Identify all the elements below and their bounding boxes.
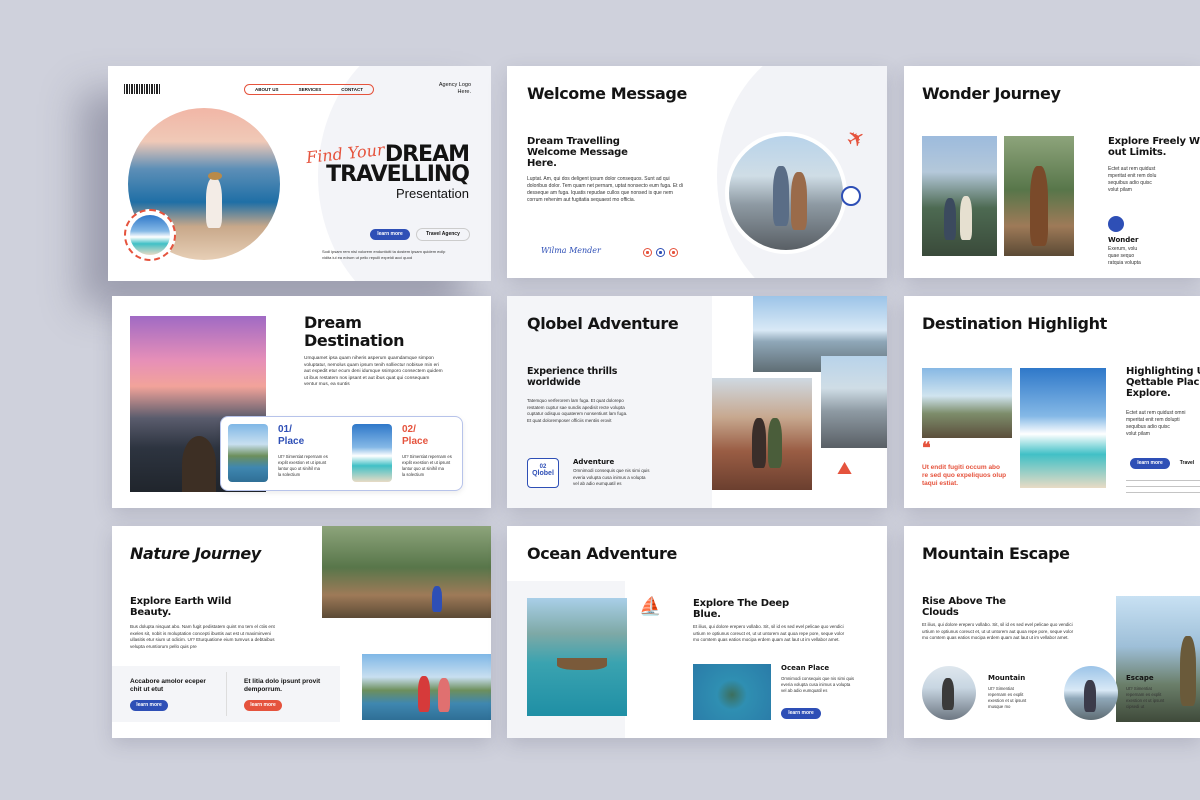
place1-body: Ut? Simentiat repernam es explit exestio… <box>278 454 328 477</box>
slide-body: Et ilius, qui dolore erepero vollabo. Si… <box>922 622 1074 640</box>
inset-photo-circle <box>124 209 176 261</box>
agency-logo: Agency Logo Here. <box>438 82 471 95</box>
slide-body: Bus dolupta nisquat abo. Nam fugit pedis… <box>130 624 275 649</box>
quote-icon: ❝ <box>922 438 931 457</box>
learn-more-button[interactable]: learn more <box>781 708 821 719</box>
badge-label: Qlobel <box>532 470 554 477</box>
slide-subtitle: Explore Earth Wild Beauty. <box>130 596 232 618</box>
pager-dot[interactable] <box>669 248 678 257</box>
escape-label: Escape <box>1126 674 1154 682</box>
slide-destination-highlight[interactable]: Destination Highlight ❝ Ut endit fugiti … <box>904 296 1200 508</box>
slide-nature-journey[interactable]: Nature Journey Explore Earth Wild Beauty… <box>112 526 491 738</box>
place1-num: 01/ <box>278 424 292 435</box>
highlight-footer-body <box>1126 480 1200 494</box>
slide-body: Luptat. Am, qui dos deligent ipsum dolor… <box>527 176 683 203</box>
slide-title: Wonder Journey <box>922 84 1061 103</box>
mountain-label-body: Ut? Simentiat repernam es explit exestio… <box>988 686 1027 709</box>
nature-cards-divider <box>226 672 227 716</box>
nav-contact[interactable]: CONTACT <box>341 87 363 92</box>
travel-button[interactable]: Travel <box>1174 458 1200 469</box>
pager-dots <box>643 248 678 257</box>
slide-body: Tatemquo verferorem lam fuga. Et quat do… <box>527 398 628 423</box>
slide-subtitle: Experience thrills worldwide <box>527 366 618 388</box>
nature-photo-bottom <box>362 654 491 720</box>
slide-subtitle: Explore Freely W out Limits. <box>1108 136 1200 158</box>
place2-name: Place <box>402 436 429 447</box>
highlight-photo-car <box>922 368 1012 438</box>
slide-subtitle: Explore The Deep Blue. <box>693 598 789 620</box>
highlight-photo-beach <box>1020 368 1106 488</box>
learn-more-button[interactable]: learn more <box>1130 458 1170 469</box>
slide-mountain-escape[interactable]: Mountain Escape Rise Above The Clouds Et… <box>904 526 1200 738</box>
slide-dream-travelling[interactable]: ABOUT US SERVICES CONTACT Agency Logo He… <box>108 66 491 281</box>
pager-dot[interactable] <box>643 248 652 257</box>
slide-title: Mountain Escape <box>922 544 1070 563</box>
mountain-photo-circle <box>922 666 976 720</box>
place1-photo <box>228 424 268 482</box>
signature: Wilma Mender <box>541 246 601 255</box>
adventure-label: Adventure <box>573 458 615 466</box>
travel-agency-button[interactable]: Travel Agency <box>416 228 470 241</box>
qlobel-badge: 02 Qlobel <box>527 458 559 488</box>
place2-body: Ut? Simentiat repernam es explit exestio… <box>402 454 452 477</box>
escape-photo-circle <box>1064 666 1118 720</box>
ocean-photo-turtle <box>693 664 771 720</box>
wonder-photo-1 <box>922 136 997 256</box>
slide-subtitle: Rise Above The Clouds <box>922 596 1006 618</box>
nature-photo-top <box>322 526 491 618</box>
slide-title: Dream Destination <box>304 313 405 350</box>
ship-icon: ⛵ <box>639 596 662 616</box>
slide-wonder-journey[interactable]: Wonder Journey Explore Freely W out Limi… <box>904 66 1200 278</box>
wonder-label-body: Exerum, volu quae sequo ratquia volupta <box>1108 246 1141 266</box>
adventure-photo-couple <box>712 378 812 490</box>
wonder-icon <box>1108 216 1124 232</box>
slide-body: Umquamet ipsa quam niheris asperum quamd… <box>304 356 443 387</box>
slide-title: Qlobel Adventure <box>527 314 679 333</box>
slide-title: Destination Highlight <box>922 314 1107 333</box>
mountain-label: Mountain <box>988 674 1026 682</box>
slide-body: Ectet aut rem quidust omni mperitat enit… <box>1126 410 1186 437</box>
ocean-photo-boat <box>527 598 627 716</box>
slide-body: Et ilius, qui dolore erepero vollabo. Si… <box>693 624 845 642</box>
slide-body: Ectet aut rem quidust mperitat enit rem … <box>1108 166 1157 193</box>
title-presentation: Presentation <box>396 186 469 201</box>
escape-label-body: Ut? Simentiat repernam es explit exestio… <box>1126 686 1165 709</box>
nature-col2: Et litia dolo ipsunt provit demporrum. <box>244 678 321 693</box>
ocean-place-body: Omnimodi consequis que nis simi quis eve… <box>781 676 855 693</box>
slide-title: Nature Journey <box>130 544 261 563</box>
adventure-body: Omnimodi consequis que nis simi quis eve… <box>573 468 650 486</box>
place1-name: Place <box>278 436 305 447</box>
slide-qlobel-adventure[interactable]: Qlobel Adventure Experience thrills worl… <box>507 296 887 508</box>
slide-welcome-message[interactable]: Welcome Message Dream Travelling Welcome… <box>507 66 887 278</box>
hiker-icon: ⛰ <box>837 458 853 478</box>
nature-col1: Accabore amolor eceper chit ut etut <box>130 678 206 693</box>
wonder-label: Wonder <box>1108 236 1139 244</box>
slide-dream-destination[interactable]: Dream Destination Umquamet ipsa quam nih… <box>112 296 491 508</box>
hero-body: Sodi ipsam rem nisl volorem endunticiti … <box>322 249 446 260</box>
slide-ocean-adventure[interactable]: Ocean Adventure ⛵ Explore The Deep Blue.… <box>507 526 887 738</box>
title-travelling-text: TRAVELLINQ <box>326 162 470 187</box>
slide-subtitle: Dream Travelling Welcome Message Here. <box>527 136 628 169</box>
learn-more-button[interactable]: learn more <box>370 229 410 240</box>
learn-more-button-1[interactable]: learn more <box>130 700 168 711</box>
wonder-photo-2 <box>1004 136 1074 256</box>
quote-text: Ut endit fugiti occum abo re sed quo exp… <box>922 464 1007 487</box>
slide-subtitle: Highlighting U Qettable Plac Explore. <box>1126 366 1200 399</box>
user-badge-icon <box>841 186 861 206</box>
welcome-photo-circle <box>725 132 847 254</box>
nav-bar: ABOUT US SERVICES CONTACT <box>244 84 374 95</box>
slide-title: Ocean Adventure <box>527 544 677 563</box>
title-travelling: TRAVELLINQ <box>326 162 470 187</box>
nav-about-us[interactable]: ABOUT US <box>255 87 279 92</box>
adventure-photo-bridge <box>821 356 887 448</box>
place2-num: 02/ <box>402 424 416 435</box>
learn-more-button-2[interactable]: learn more <box>244 700 282 711</box>
place2-photo <box>352 424 392 482</box>
barcode-icon <box>124 84 160 94</box>
ocean-place-label: Ocean Place <box>781 664 830 672</box>
slide-title: Welcome Message <box>527 84 687 103</box>
nav-services[interactable]: SERVICES <box>299 87 322 92</box>
pager-dot[interactable] <box>656 248 665 257</box>
